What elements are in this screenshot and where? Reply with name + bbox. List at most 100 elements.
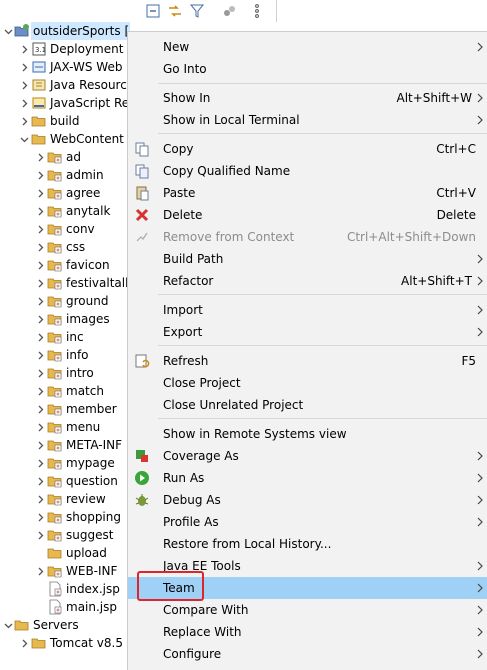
tree-servers-node[interactable]: Servers: [0, 616, 130, 634]
menu-item-refactor[interactable]: Refactor Alt+Shift+T: [128, 270, 487, 292]
tree-folder-admin[interactable]: admin: [0, 166, 130, 184]
menu-item-remove-from-context[interactable]: Remove from Context Ctrl+Alt+Shift+Down: [128, 226, 487, 248]
menu-item-configure[interactable]: Configure: [128, 643, 487, 665]
chevron-right-icon[interactable]: [35, 508, 45, 526]
chevron-right-icon[interactable]: [35, 454, 45, 472]
tree-folder-match[interactable]: match: [0, 382, 130, 400]
tree-folder-upload[interactable]: upload: [0, 544, 130, 562]
chevron-right-icon[interactable]: [35, 274, 45, 292]
chevron-right-icon[interactable]: [19, 112, 29, 130]
tree-folder-mypage[interactable]: mypage: [0, 454, 130, 472]
menu-item-delete[interactable]: Delete Delete: [128, 204, 487, 226]
menu-item-profile-as[interactable]: Profile As: [128, 511, 487, 533]
tree-folder-review[interactable]: review: [0, 490, 130, 508]
tree-item-java-resources[interactable]: Java Resources: [0, 76, 130, 94]
menu-item-export[interactable]: Export: [128, 321, 487, 343]
chevron-down-icon[interactable]: [19, 130, 29, 148]
menu-item-copy[interactable]: Copy Ctrl+C: [128, 138, 487, 160]
tree-folder-shopping[interactable]: shopping: [0, 508, 130, 526]
tree-project-node[interactable]: outsiderSports [Desktop master]: [0, 22, 130, 40]
tree-folder-inc[interactable]: inc: [0, 328, 130, 346]
chevron-right-icon[interactable]: [35, 148, 45, 166]
tree-item-deployment-d[interactable]: 3.1 Deployment D: [0, 40, 130, 58]
submenu-arrow-icon: [476, 303, 486, 317]
menu-item-debug-as[interactable]: Debug As: [128, 489, 487, 511]
menu-item-refresh[interactable]: Refresh F5: [128, 350, 487, 372]
menu-item-build-path[interactable]: Build Path: [128, 248, 487, 270]
chevron-right-icon[interactable]: [35, 526, 45, 544]
chevron-right-icon[interactable]: [35, 202, 45, 220]
chevron-right-icon[interactable]: [35, 292, 45, 310]
tree-item-label: Deployment D: [50, 42, 130, 56]
chevron-right-icon[interactable]: [35, 382, 45, 400]
chevron-right-icon[interactable]: [19, 94, 29, 112]
filter-icon[interactable]: [189, 3, 205, 19]
tree-folder-ad[interactable]: ad: [0, 148, 130, 166]
tree-folder-web-inf[interactable]: WEB-INF: [0, 562, 130, 580]
menu-item-show-in[interactable]: Show In Alt+Shift+W: [128, 87, 487, 109]
menu-item-copy-qualified-name[interactable]: Copy Qualified Name: [128, 160, 487, 182]
chevron-right-icon[interactable]: [35, 256, 45, 274]
tree-file-main-jsp[interactable]: main.jsp: [0, 598, 130, 616]
tree-folder-ground[interactable]: ground: [0, 292, 130, 310]
menu-item-show-in-local-terminal[interactable]: Show in Local Terminal: [128, 109, 487, 131]
tree-item-tomcat[interactable]: Tomcat v8.5 S: [0, 634, 130, 652]
menu-item-replace-with[interactable]: Replace With: [128, 621, 487, 643]
tree-folder-css[interactable]: css: [0, 238, 130, 256]
tree-file-index-jsp[interactable]: index.jsp: [0, 580, 130, 598]
tree-folder-suggest[interactable]: suggest: [0, 526, 130, 544]
chevron-right-icon[interactable]: [35, 220, 45, 238]
tree-item-build[interactable]: build: [0, 112, 130, 130]
menu-item-import[interactable]: Import: [128, 299, 487, 321]
tree-folder-info[interactable]: info: [0, 346, 130, 364]
menu-item-coverage-as[interactable]: Coverage As: [128, 445, 487, 467]
chevron-right-icon[interactable]: [35, 346, 45, 364]
chevron-right-icon[interactable]: [19, 40, 29, 58]
tree-folder-conv[interactable]: conv: [0, 220, 130, 238]
chevron-right-icon[interactable]: [35, 472, 45, 490]
tree-folder-agree[interactable]: agree: [0, 184, 130, 202]
chevron-down-icon[interactable]: [3, 22, 13, 40]
tree-folder-menu[interactable]: menu: [0, 418, 130, 436]
menu-item-paste[interactable]: Paste Ctrl+V: [128, 182, 487, 204]
tree-folder-images[interactable]: images: [0, 310, 130, 328]
chevron-right-icon[interactable]: [35, 436, 45, 454]
tree-folder-intro[interactable]: intro: [0, 364, 130, 382]
menu-item-compare-with[interactable]: Compare With: [128, 599, 487, 621]
chevron-right-icon[interactable]: [19, 58, 29, 76]
menu-item-close-project[interactable]: Close Project: [128, 372, 487, 394]
menu-item-new[interactable]: New: [128, 36, 487, 58]
chevron-right-icon[interactable]: [35, 238, 45, 256]
chevron-right-icon[interactable]: [19, 76, 29, 94]
tree-item-webcontent[interactable]: WebContent: [0, 130, 130, 148]
tree-folder-favicon[interactable]: favicon: [0, 256, 130, 274]
chevron-right-icon[interactable]: [35, 184, 45, 202]
focus-icon[interactable]: [221, 3, 237, 19]
chevron-right-icon[interactable]: [35, 328, 45, 346]
menu-item-go-into[interactable]: Go Into: [128, 58, 487, 80]
menu-item-close-unrelated-project[interactable]: Close Unrelated Project: [128, 394, 487, 416]
chevron-right-icon[interactable]: [35, 400, 45, 418]
tree-folder-question[interactable]: question: [0, 472, 130, 490]
svg-text:3.1: 3.1: [35, 46, 46, 54]
chevron-right-icon[interactable]: [19, 634, 29, 652]
menu-item-show-in-remote-systems-view[interactable]: Show in Remote Systems view: [128, 423, 487, 445]
view-menu-icon[interactable]: [249, 3, 265, 19]
chevron-right-icon[interactable]: [35, 166, 45, 184]
menu-item-restore-from-local-history[interactable]: Restore from Local History...: [128, 533, 487, 555]
tree-folder-anytalk[interactable]: anytalk: [0, 202, 130, 220]
tree-item-javascript-res[interactable]: JavaScript Res: [0, 94, 130, 112]
chevron-right-icon[interactable]: [35, 418, 45, 436]
chevron-right-icon[interactable]: [35, 562, 45, 580]
menu-item-run-as[interactable]: Run As: [128, 467, 487, 489]
collapse-all-icon[interactable]: [145, 3, 161, 19]
link-editor-icon[interactable]: [167, 3, 183, 19]
chevron-right-icon[interactable]: [35, 490, 45, 508]
tree-folder-festivaltalk[interactable]: festivaltalk: [0, 274, 130, 292]
tree-item-jax-ws-web[interactable]: JAX-WS Web: [0, 58, 130, 76]
tree-folder-meta-inf[interactable]: META-INF: [0, 436, 130, 454]
tree-folder-member[interactable]: member: [0, 400, 130, 418]
chevron-right-icon[interactable]: [35, 310, 45, 328]
chevron-right-icon[interactable]: [35, 364, 45, 382]
chevron-down-icon[interactable]: [3, 616, 13, 634]
